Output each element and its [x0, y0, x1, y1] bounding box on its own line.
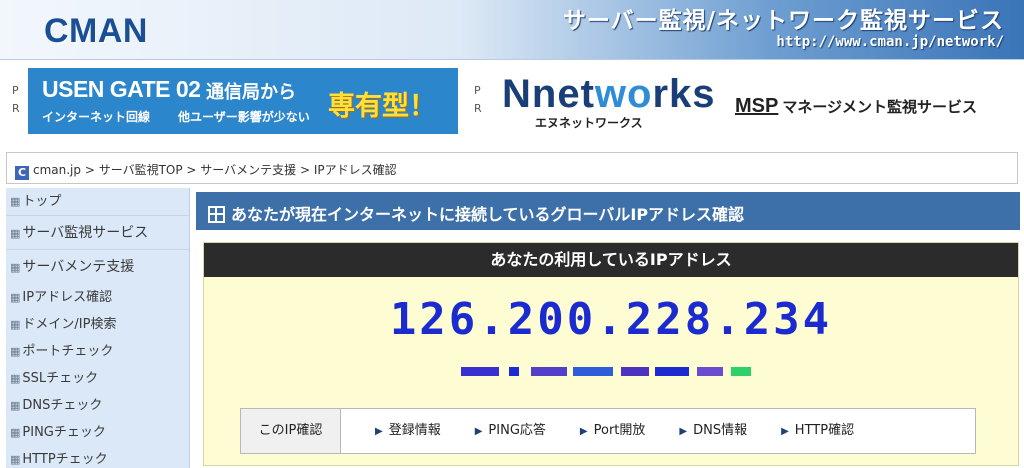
ip-address-panel: あなたの利用しているIPアドレス 126.200.228.234 このIP確認 … [203, 242, 1019, 466]
nnetworks-logo: Nnetworks [502, 72, 716, 116]
ip-address-value: 126.200.228.234 [389, 294, 833, 345]
ip-panel-heading: あなたの利用しているIPアドレス [204, 243, 1018, 277]
cman-favicon-icon: C [15, 166, 29, 180]
sidebar-sub-ssl-check[interactable]: ▦ SSLチェック [6, 365, 189, 392]
grid-icon: ▦ [10, 399, 21, 412]
link-dns-info[interactable]: ▶ DNS情報 [679, 409, 747, 453]
breadcrumb-link-monitoring-top[interactable]: サーバ監視TOP [99, 163, 183, 177]
pr-label-right: P R [474, 84, 482, 115]
tagline-url[interactable]: http://www.cman.jp/network/ [563, 34, 1004, 50]
usen-line1: 通信局から [206, 82, 296, 103]
cman-logo[interactable]: CMAN [44, 12, 148, 51]
breadcrumb-link-home[interactable]: cman.jp [33, 163, 81, 177]
usen-brand-sub: インターネット回線 [42, 110, 151, 124]
breadcrumb-link-maintenance[interactable]: サーバメンテ支援 [200, 163, 296, 177]
sidebar-sub-port-check[interactable]: ▦ ポートチェック [6, 338, 189, 365]
link-registration-info[interactable]: ▶ 登録情報 [375, 409, 441, 453]
grid-icon: ▦ [10, 261, 21, 274]
grid-icon: ▦ [10, 291, 21, 304]
breadcrumb: Ccman.jp > サーバ監視TOP > サーバメンテ支援 > IPアドレス確… [6, 152, 1018, 184]
triangle-right-icon: ▶ [781, 426, 789, 437]
grid-icon: ▦ [10, 453, 21, 466]
sidebar-nav: ▦ トップ ▦ サーバ監視サービス ▦ サーバメンテ支援 ▦ IPアドレス確認 ▦ ドメイ… [6, 188, 190, 468]
triangle-right-icon: ▶ [474, 426, 483, 437]
grid-icon: ▦ [10, 372, 21, 385]
page-title: あなたが現在インターネットに接続しているグローバルIPアドレス確認 [196, 192, 1020, 230]
sidebar-item-maintenance[interactable]: ▦ サーバメンテ支援 [6, 250, 189, 284]
grid-icon: ▦ [10, 426, 21, 439]
usen-ad-banner[interactable]: USEN GATE 02 インターネット回線 通信局から 他ユーザー影響が少ない… [28, 68, 458, 134]
link-port-open[interactable]: ▶ Port開放 [580, 409, 645, 453]
nnetworks-kana: エヌネットワークス [535, 116, 643, 130]
header-tagline: サーバー監視/ネットワーク監視サービス http://www.cman.jp/n… [562, 7, 1004, 51]
link-http-check[interactable]: ▶ HTTP確認 [781, 409, 854, 453]
usen-line2: 他ユーザー影響が少ない [178, 110, 310, 124]
sidebar-sub-http-check[interactable]: ▦ HTTPチェック [6, 446, 189, 468]
usen-highlight: 専有型！ [328, 91, 436, 122]
grid-icon: ▦ [10, 227, 21, 240]
ip-check-links: このIP確認 ▶ 登録情報 ▶ PING応答 ▶ Port開放 ▶ DNS情報 ▶ HTT… [240, 408, 976, 454]
sidebar-item-monitoring[interactable]: ▦ サーバ監視サービス [6, 216, 189, 250]
window-grid-icon [208, 206, 225, 223]
site-header: CMAN サーバー監視/ネットワーク監視サービス http://www.cman… [0, 0, 1024, 60]
sidebar-sub-ip-check[interactable]: ▦ IPアドレス確認 [6, 284, 189, 311]
usen-brand: USEN GATE 02 [42, 76, 201, 102]
sidebar-sub-ping-check[interactable]: ▦ PINGチェック [6, 419, 189, 446]
breadcrumb-current: IPアドレス確認 [313, 163, 397, 177]
tagline-title: サーバー監視/ネットワーク監視サービス [562, 7, 1004, 34]
sidebar-sub-dns-check[interactable]: ▦ DNSチェック [6, 392, 189, 419]
grid-icon: ▦ [10, 345, 21, 358]
ip-check-label: このIP確認 [241, 409, 341, 453]
hostname-redacted [461, 367, 761, 377]
msp-service-label: MSP マネージメント監視サービス [735, 95, 978, 117]
sidebar-sub-domain-search[interactable]: ▦ ドメイン/IP検索 [6, 311, 189, 338]
pr-label-left: P R [12, 84, 20, 115]
triangle-right-icon: ▶ [375, 426, 383, 437]
grid-icon: ▦ [10, 195, 21, 208]
grid-icon: ▦ [10, 318, 21, 331]
nnetworks-ad-banner[interactable]: Nnetworks エヌネットワークス MSP マネージメント監視サービス [490, 68, 1014, 134]
link-ping-response[interactable]: ▶ PING応答 [475, 409, 546, 453]
sidebar-item-top[interactable]: ▦ トップ [6, 188, 189, 216]
triangle-right-icon: ▶ [579, 426, 588, 437]
triangle-right-icon: ▶ [679, 426, 688, 437]
